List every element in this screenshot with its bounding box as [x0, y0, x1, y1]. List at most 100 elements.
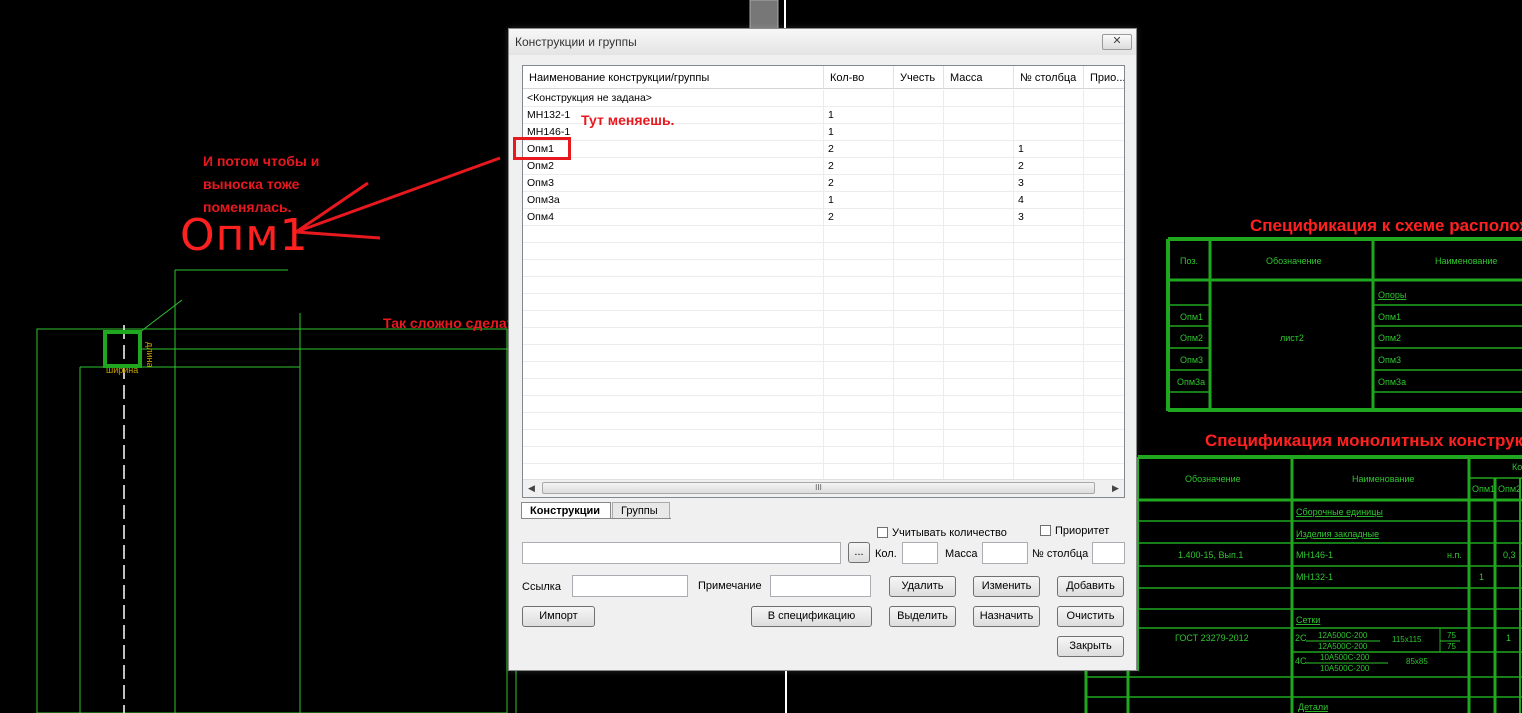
close-button[interactable]: Закрыть: [1057, 636, 1124, 657]
dialog-title: Конструкции и группы: [515, 35, 637, 49]
t2-sub-col: Опм1: [1472, 484, 1495, 494]
cell-column-no: 3: [1014, 175, 1084, 192]
clear-button[interactable]: Очистить: [1057, 606, 1124, 627]
mass-input[interactable]: [982, 542, 1028, 564]
cell-column-no: 2: [1014, 158, 1084, 175]
cell-qty: 1: [824, 124, 894, 141]
table-row[interactable]: <Конструкция не задана>: [523, 90, 1124, 107]
import-button[interactable]: Импорт: [522, 606, 595, 627]
t2-row-qty: 1: [1506, 633, 1511, 643]
cell-account: [894, 107, 944, 124]
cell-qty: 2: [824, 141, 894, 158]
cell-column-no: [1014, 107, 1084, 124]
t1-row-pos: Опм1: [1180, 312, 1203, 322]
link-label: Ссылка: [522, 581, 561, 593]
assign-button[interactable]: Назначить: [973, 606, 1040, 627]
column-header-column-no[interactable]: № столбца: [1014, 66, 1084, 88]
link-input[interactable]: [572, 575, 688, 597]
annotation-then-line: И потом чтобы и: [203, 153, 320, 169]
table-row[interactable]: Опм3 2 3: [523, 175, 1124, 192]
note-input[interactable]: [770, 575, 871, 597]
cell-name: <Конструкция не задана>: [523, 90, 824, 107]
cell-account: [894, 209, 944, 226]
cell-account: [894, 175, 944, 192]
mesh1-ratio-bottom: 75: [1447, 642, 1456, 651]
t1-col-name: Наименование: [1435, 256, 1497, 266]
table-row[interactable]: Опм1 2 1: [523, 141, 1124, 158]
tab-underline: [521, 518, 671, 519]
t2-row-name: МН132-1: [1296, 572, 1333, 582]
qty-input[interactable]: [902, 542, 938, 564]
t2-row-designation: ГОСТ 23279-2012: [1175, 633, 1249, 643]
t2-row-name: 2С: [1295, 633, 1307, 643]
cell-mass: [944, 107, 1014, 124]
cell-account: [894, 192, 944, 209]
cell-mass: [944, 158, 1014, 175]
t2-row-name: 4С: [1295, 656, 1307, 666]
cell-qty: [824, 90, 894, 107]
browse-button[interactable]: ...: [848, 542, 870, 563]
grid-header: Наименование конструкции/группы Кол-во У…: [523, 66, 1124, 89]
t1-row-pos: Опм3: [1180, 355, 1203, 365]
t1-group: Опоры: [1378, 290, 1406, 300]
cell-column-no: 1: [1014, 141, 1084, 158]
t2-row-name: Сборочные единицы: [1296, 507, 1383, 517]
note-label: Примечание: [698, 580, 762, 592]
spec-table-2-lines: [1084, 455, 1522, 713]
t1-col-pos: Поз.: [1180, 256, 1198, 266]
priority-checkbox[interactable]: [1040, 525, 1051, 536]
constructions-grid[interactable]: Наименование конструкции/группы Кол-во У…: [522, 65, 1125, 498]
cell-qty: 1: [824, 192, 894, 209]
t2-row-qty: 0,3: [1503, 550, 1516, 560]
column-header-priority[interactable]: Прио...: [1084, 66, 1124, 88]
cell-mass: [944, 175, 1014, 192]
cell-account: [894, 90, 944, 107]
column-no-input[interactable]: [1092, 542, 1125, 564]
cell-mass: [944, 124, 1014, 141]
column-header-qty[interactable]: Кол-во: [824, 66, 894, 88]
count-checkbox[interactable]: [877, 527, 888, 538]
close-icon[interactable]: ✕: [1102, 34, 1132, 50]
mass-label: Масса: [945, 548, 978, 560]
table-row[interactable]: Опм4 2 3: [523, 209, 1124, 226]
scroll-left-icon[interactable]: ◀: [523, 480, 540, 497]
table-row[interactable]: Опм2 2 2: [523, 158, 1124, 175]
t2-row-designation: 1.400-15, Вып.1: [1178, 550, 1243, 560]
annotation-then-line: выноска тоже: [203, 176, 300, 192]
scroll-thumb[interactable]: III: [542, 482, 1095, 494]
tab-constructions[interactable]: Конструкции: [521, 502, 611, 519]
plan-lines: [36, 269, 517, 713]
select-button[interactable]: Выделить: [889, 606, 956, 627]
t2-row-name: Сетки: [1296, 615, 1320, 625]
column-marker[interactable]: [103, 330, 142, 368]
column-header-name[interactable]: Наименование конструкции/группы: [523, 66, 824, 88]
spec-title-1: Спецификация к схеме расположе: [1250, 216, 1522, 235]
horizontal-scrollbar[interactable]: ◀ III ▶: [523, 479, 1124, 497]
to-spec-button[interactable]: В спецификацию: [751, 606, 872, 627]
t1-row-name: Опм3а: [1378, 377, 1406, 387]
t2-row-name: МН146-1: [1296, 550, 1333, 560]
mesh2-size: 85х85: [1406, 657, 1428, 666]
cell-priority: [1084, 158, 1124, 175]
mesh2-bottom: 10А500С-200: [1320, 664, 1370, 673]
scroll-right-icon[interactable]: ▶: [1107, 480, 1124, 497]
change-button[interactable]: Изменить: [973, 576, 1040, 597]
add-button[interactable]: Добавить: [1057, 576, 1124, 597]
table-row[interactable]: Опм3а 1 4: [523, 192, 1124, 209]
highlight-box: [513, 137, 571, 160]
priority-checkbox-label: Приоритет: [1055, 525, 1110, 537]
tab-groups[interactable]: Группы: [612, 502, 670, 519]
dialog-titlebar[interactable]: Конструкции и группы ✕: [509, 29, 1136, 55]
column-header-account[interactable]: Учесть: [894, 66, 944, 88]
mesh2-top: 10А500С-200: [1320, 653, 1370, 662]
cell-priority: [1084, 209, 1124, 226]
cell-qty: 1: [824, 107, 894, 124]
column-header-mass[interactable]: Масса: [944, 66, 1014, 88]
empty-grid-area[interactable]: [523, 226, 1124, 481]
t1-row-name: Опм2: [1378, 333, 1401, 343]
delete-button[interactable]: Удалить: [889, 576, 956, 597]
construction-name-input[interactable]: [522, 542, 841, 564]
t1-row-name: Опм3: [1378, 355, 1401, 365]
mesh1-top: 12А500С-200: [1318, 631, 1368, 640]
cell-mass: [944, 209, 1014, 226]
